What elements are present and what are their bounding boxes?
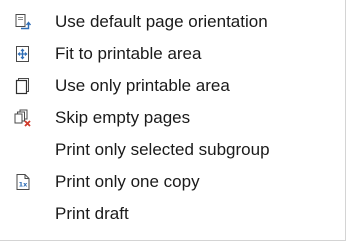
one-copy-icon: 1x [16,174,30,190]
menu-item-label: Use only printable area [55,76,230,95]
menu-item-print-only-selected-subgroup[interactable]: Print only selected subgroup [0,134,345,166]
fit-to-area-icon [16,46,29,62]
menu-item-label: Fit to printable area [55,44,202,63]
printable-area-icon [15,78,29,95]
page-orientation-icon [15,14,32,30]
menu-item-print-draft[interactable]: Print draft [0,198,345,230]
menu-item-use-only-printable-area[interactable]: Use only printable area [0,70,345,102]
menu-item-skip-empty-pages[interactable]: Skip empty pages [0,102,345,134]
menu-item-print-only-one-copy[interactable]: 1x Print only one copy [0,166,345,198]
print-options-menu: Use default page orientation Fit to prin… [0,0,346,241]
menu-item-label: Skip empty pages [55,108,191,127]
menu-item-label: Print only one copy [55,172,200,191]
menu-item-label: Print draft [55,204,129,223]
menu-item-fit-to-printable-area[interactable]: Fit to printable area [0,38,345,70]
menu-item-label: Use default page orientation [55,12,268,31]
menu-item-label: Print only selected subgroup [55,140,270,159]
skip-empty-pages-icon [14,109,31,127]
svg-text:1x: 1x [19,181,29,189]
menu-item-use-default-page-orientation[interactable]: Use default page orientation [0,6,345,38]
